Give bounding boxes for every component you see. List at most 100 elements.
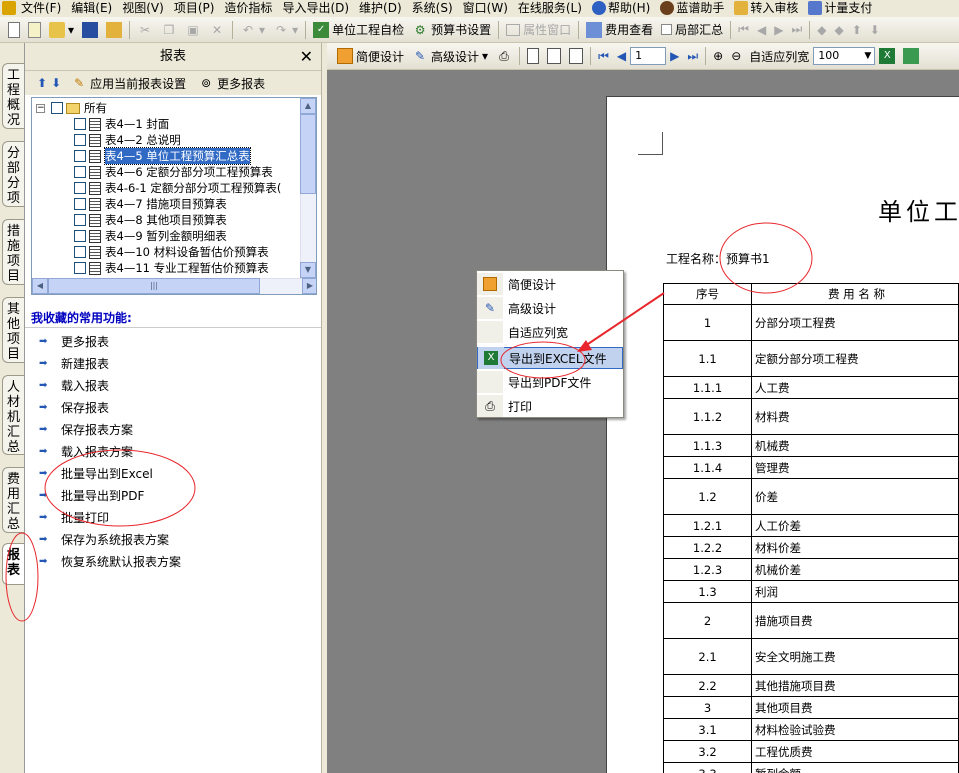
last-page-button[interactable]: ⏭ [683,45,702,67]
tree-item-checkbox[interactable] [74,230,86,242]
tab-other-items[interactable]: 其他项目 [2,297,24,363]
scroll-up-icon[interactable]: ▲ [300,98,316,114]
tree-item[interactable]: 表4—8 其他项目预算表 [74,212,227,228]
close-icon[interactable]: ✕ [300,43,313,71]
redo-button[interactable]: ↷ ▾ [269,19,302,41]
partial-summary-button[interactable]: 局部汇总 [657,19,727,41]
tree-item[interactable]: 表4—11 专业工程暂估价预算表 [74,260,269,276]
fee-view-button[interactable]: 费用查看 [582,19,657,41]
menu-file[interactable]: 文件(F) [16,0,66,16]
tree-item[interactable]: 表4—7 措施项目预算表 [74,196,227,212]
menu-assistant[interactable]: 蓝谱助手 [655,0,729,16]
fit-columns-button[interactable]: 自适应列宽 [745,45,813,67]
save-button[interactable] [78,19,102,41]
fav-new-report[interactable]: ➡ 新建报表 [39,355,109,371]
tree-root[interactable]: − 所有 [36,100,107,116]
tree-item-checkbox[interactable] [74,134,86,146]
last-record-button[interactable]: ⏭ [787,19,806,41]
fav-restore-default[interactable]: ➡ 恢复系统默认报表方案 [39,553,181,569]
collapse-icon[interactable]: − [36,103,45,113]
tab-labor-material-summary[interactable]: 人材机汇总 [2,375,24,455]
tab-fee-summary[interactable]: 费用汇总 [2,467,24,533]
fav-load-report[interactable]: ➡ 载入报表 [39,377,109,393]
fav-save-system-scheme[interactable]: ➡ 保存为系统报表方案 [39,531,169,547]
menu-cost-index[interactable]: 造价指标 [219,0,277,16]
open-button[interactable]: ▾ [45,19,78,41]
simple-design-button[interactable]: 简便设计 [333,45,408,67]
next-page-button[interactable]: ▶ [666,45,683,67]
new-project-button[interactable] [24,19,45,41]
tree-item-checkbox[interactable] [74,214,86,226]
prev-page-button[interactable]: ◀ [613,45,630,67]
scroll-left-icon[interactable]: ◀ [32,278,48,294]
tree-item[interactable]: 表4—6 定额分部分项工程预算表 [74,164,273,180]
tree-item-checkbox[interactable] [74,182,86,194]
fav-batch-excel[interactable]: ➡ 批量导出到Excel [39,465,153,481]
new-button[interactable] [4,19,24,41]
tree-item[interactable]: 表4—2 总说明 [74,132,181,148]
tree-vertical-scrollbar[interactable]: ▲ ▼ [300,98,316,278]
menu-edit[interactable]: 编辑(E) [66,0,117,16]
tree-item-checkbox[interactable] [74,166,86,178]
tab-sub-items[interactable]: 分部分项 [2,141,24,207]
menu-help[interactable]: 帮助(H) [587,0,655,16]
budget-settings-button[interactable]: ⚙ 预算书设置 [408,19,495,41]
tree-item-checkbox[interactable] [74,150,86,162]
tree-item-selected[interactable]: 表4—5 单位工程预算汇总表 [74,147,251,165]
export-excel-button[interactable]: X [875,45,899,67]
tree-item-checkbox[interactable] [74,246,86,258]
single-page-button[interactable] [523,45,543,67]
menu-view[interactable]: 视图(V) [117,0,169,16]
menu-audit[interactable]: 转入审核 [729,0,803,16]
next-record-button[interactable]: ▶ [770,19,787,41]
move-down-button[interactable]: ⬇ [866,19,884,41]
menu-import-export[interactable]: 导入导出(D) [277,0,354,16]
delete-button[interactable]: ✕ [205,19,229,41]
menu-system[interactable]: 系统(S) [407,0,458,16]
scroll-right-icon[interactable]: ▶ [302,278,316,294]
paste-button[interactable]: ▣ [181,19,205,41]
zoom-select[interactable]: 100 ▼ [813,47,876,65]
unit-check-button[interactable]: ✓ 单位工程自检 [309,19,408,41]
two-page-button[interactable] [543,45,565,67]
ctx-simple-design[interactable]: 简便设计 [477,273,623,295]
export-other-button[interactable] [899,45,923,67]
tree-item-checkbox[interactable] [74,198,86,210]
tab-reports[interactable]: 报表 [2,543,24,585]
page-number-input[interactable]: 1 [630,47,667,65]
move-down-icon[interactable]: ⬇ [51,76,61,90]
tab-measures[interactable]: 措施项目 [2,219,24,285]
tree-item[interactable]: 表4—9 暂列金额明细表 [74,228,227,244]
menu-project[interactable]: 项目(P) [169,0,220,16]
tree-item-checkbox[interactable] [74,262,86,274]
ctx-export-excel[interactable]: X 导出到EXCEL文件 [477,347,623,369]
fav-save-report[interactable]: ➡ 保存报表 [39,399,109,415]
menu-online-service[interactable]: 在线服务(L) [513,0,587,16]
multi-page-button[interactable] [565,45,587,67]
scroll-down-icon[interactable]: ▼ [300,262,316,278]
first-page-button[interactable]: ⏮ [594,45,613,67]
fav-load-scheme[interactable]: ➡ 载入报表方案 [39,443,133,459]
move-up-icon[interactable]: ⬆ [37,76,47,90]
prev-record-button[interactable]: ◀ [753,19,770,41]
zoom-out-button[interactable]: ⊖ [727,45,745,67]
tree-item[interactable]: 表4-6-1 定额分部分项工程预算表( [74,180,281,196]
print-button[interactable]: ⎙ [492,45,516,67]
apply-settings-button[interactable]: ✎ 应用当前报表设置 [71,75,186,92]
tree-item-checkbox[interactable] [74,118,86,130]
ctx-advanced-design[interactable]: ✎ 高级设计 [477,297,623,319]
menu-payment[interactable]: 计量支付 [803,0,877,16]
tree-root-checkbox[interactable] [51,102,63,114]
ctx-print[interactable]: ⎙ 打印 [477,395,623,417]
tree-item[interactable]: 表4—10 材料设备暂估价预算表 [74,244,269,260]
scroll-thumb[interactable]: ||| [48,278,260,294]
fav-batch-pdf[interactable]: ➡ 批量导出到PDF [39,487,144,503]
menu-maintain[interactable]: 维护(D) [354,0,407,16]
menu-window[interactable]: 窗口(W) [458,0,513,16]
property-window-button[interactable]: 属性窗口 [502,19,575,41]
fav-more-reports[interactable]: ➡ 更多报表 [39,333,109,349]
copy-button[interactable]: ❐ [157,19,181,41]
undo-button[interactable]: ↶ ▾ [236,19,269,41]
tree-item[interactable]: 表4—1 封面 [74,116,169,132]
fav-save-scheme[interactable]: ➡ 保存报表方案 [39,421,133,437]
